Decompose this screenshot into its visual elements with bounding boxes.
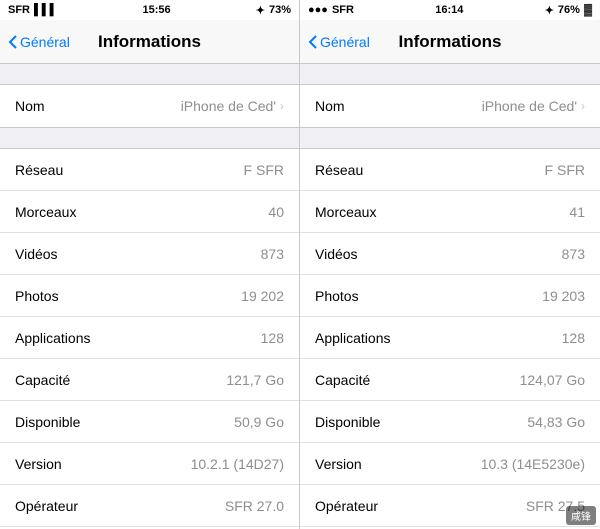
right-phone-panel: ●●● SFR 16:14 ✦ 76% ▓ Général Informatio… <box>300 0 600 529</box>
left-row-value-6: 50,9 Go <box>234 414 284 430</box>
right-row-value-3: 19 203 <box>542 288 585 304</box>
right-row-4: Applications 128 <box>300 317 600 359</box>
left-row-label-3: Photos <box>15 288 59 304</box>
left-nom-value: iPhone de Ced' › <box>181 98 284 114</box>
left-nom-chevron-icon: › <box>280 99 284 113</box>
left-info-section: Réseau F SFR Morceaux 40 Vidéos 873 Photos 19 2… <box>0 148 299 529</box>
left-row-value-8: SFR 27.0 <box>225 498 284 514</box>
right-row-label-6: Disponible <box>315 414 380 430</box>
right-row-value-0: F SFR <box>545 162 585 178</box>
right-row-label-4: Applications <box>315 330 391 346</box>
left-content: Nom iPhone de Ced' › Réseau F SFR Morceaux… <box>0 64 299 529</box>
left-row-value-4: 128 <box>261 330 284 346</box>
left-row-1: Morceaux 40 <box>0 191 299 233</box>
left-row-value-1: 40 <box>268 204 284 220</box>
right-battery: 76% <box>558 4 580 16</box>
left-row-8: Opérateur SFR 27.0 <box>0 485 299 527</box>
left-row-3: Photos 19 202 <box>0 275 299 317</box>
right-row-8: OpérateurSFR 27.5 <box>300 485 600 527</box>
right-row-3: Photos 19 203 <box>300 275 600 317</box>
left-status-right: ✦ 73% <box>256 4 291 17</box>
right-back-button[interactable]: Général <box>308 34 370 50</box>
left-row-label-1: Morceaux <box>15 204 76 220</box>
right-row-label-8: Opérateur <box>315 498 378 514</box>
right-status-right: ✦ 76% ▓ <box>545 4 592 17</box>
right-status-left: ●●● SFR <box>308 4 354 16</box>
left-carrier: SFR <box>8 4 30 16</box>
right-row-value-1: 41 <box>569 204 585 220</box>
right-nav-title: Informations <box>399 32 502 52</box>
left-row-6: Disponible 50,9 Go <box>0 401 299 443</box>
left-row-value-3: 19 202 <box>241 288 284 304</box>
left-bluetooth-icon: ✦ <box>256 4 265 17</box>
left-row-label-7: Version <box>15 456 62 472</box>
right-row-value-5: 124,07 Go <box>520 372 585 388</box>
right-content: Nom iPhone de Ced' › Réseau F SFR Morceaux… <box>300 64 600 529</box>
right-row-label-1: Morceaux <box>315 204 376 220</box>
left-row-0: Réseau F SFR <box>0 149 299 191</box>
right-row-label-7: Version <box>315 456 362 472</box>
left-row-2: Vidéos 873 <box>0 233 299 275</box>
left-nav-bar: Général Informations <box>0 20 299 64</box>
right-row-value-4: 128 <box>562 330 585 346</box>
right-bluetooth-icon: ✦ <box>545 4 554 17</box>
right-battery-icon: ▓ <box>584 4 592 16</box>
left-status-left: SFR ▌▌▌ <box>8 4 57 16</box>
left-nav-title: Informations <box>98 32 201 52</box>
left-row-5: Capacité 121,7 Go <box>0 359 299 401</box>
left-phone-panel: SFR ▌▌▌ 15:56 ✦ 73% Général Informations… <box>0 0 300 529</box>
left-row-value-5: 121,7 Go <box>226 372 284 388</box>
left-row-label-8: Opérateur <box>15 498 78 514</box>
right-row-value-2: 873 <box>562 246 585 262</box>
left-row-value-0: F SFR <box>244 162 284 178</box>
left-row-label-0: Réseau <box>15 162 63 178</box>
watermark: 咸锋 <box>566 506 596 525</box>
left-row-value-2: 873 <box>261 246 284 262</box>
right-nom-label: Nom <box>315 98 345 114</box>
right-row-value-7: 10.3 (14E5230e) <box>481 456 585 472</box>
left-row-label-6: Disponible <box>15 414 80 430</box>
left-status-bar: SFR ▌▌▌ 15:56 ✦ 73% <box>0 0 299 20</box>
right-row-label-3: Photos <box>315 288 359 304</box>
left-time: 15:56 <box>143 4 171 16</box>
left-nom-label: Nom <box>15 98 45 114</box>
right-row-0: Réseau F SFR <box>300 149 600 191</box>
right-row-1: Morceaux 41 <box>300 191 600 233</box>
right-status-bar: ●●● SFR 16:14 ✦ 76% ▓ <box>300 0 600 20</box>
right-row-value-6: 54,83 Go <box>527 414 585 430</box>
left-row-label-4: Applications <box>15 330 91 346</box>
right-carrier: SFR <box>332 4 354 16</box>
right-row-label-0: Réseau <box>315 162 363 178</box>
right-row-label-2: Vidéos <box>315 246 358 262</box>
left-battery: 73% <box>269 4 291 16</box>
left-nom-row: Nom iPhone de Ced' › <box>0 85 299 127</box>
right-time: 16:14 <box>435 4 463 16</box>
left-signal-icon: ▌▌▌ <box>34 4 57 16</box>
right-nav-bar: Général Informations <box>300 20 600 64</box>
right-row-7: Version 10.3 (14E5230e) <box>300 443 600 485</box>
right-row-6: Disponible 54,83 Go <box>300 401 600 443</box>
left-back-label: Général <box>20 34 70 50</box>
right-signal-icon: ●●● <box>308 4 328 16</box>
left-row-label-2: Vidéos <box>15 246 58 262</box>
left-row-7: Version 10.2.1 (14D27) <box>0 443 299 485</box>
right-nom-section: Nom iPhone de Ced' › <box>300 84 600 128</box>
right-row-label-5: Capacité <box>315 372 370 388</box>
left-nom-section: Nom iPhone de Ced' › <box>0 84 299 128</box>
right-back-label: Général <box>320 34 370 50</box>
right-nom-chevron-icon: › <box>581 99 585 113</box>
left-row-label-5: Capacité <box>15 372 70 388</box>
right-info-section: Réseau F SFR Morceaux 41 Vidéos 873 Photos 19 2… <box>300 148 600 529</box>
right-row-5: Capacité 124,07 Go <box>300 359 600 401</box>
left-row-value-7: 10.2.1 (14D27) <box>191 456 284 472</box>
right-nom-row: Nom iPhone de Ced' › <box>300 85 600 127</box>
right-row-2: Vidéos 873 <box>300 233 600 275</box>
right-nom-value: iPhone de Ced' › <box>482 98 585 114</box>
left-row-4: Applications 128 <box>0 317 299 359</box>
left-back-button[interactable]: Général <box>8 34 70 50</box>
